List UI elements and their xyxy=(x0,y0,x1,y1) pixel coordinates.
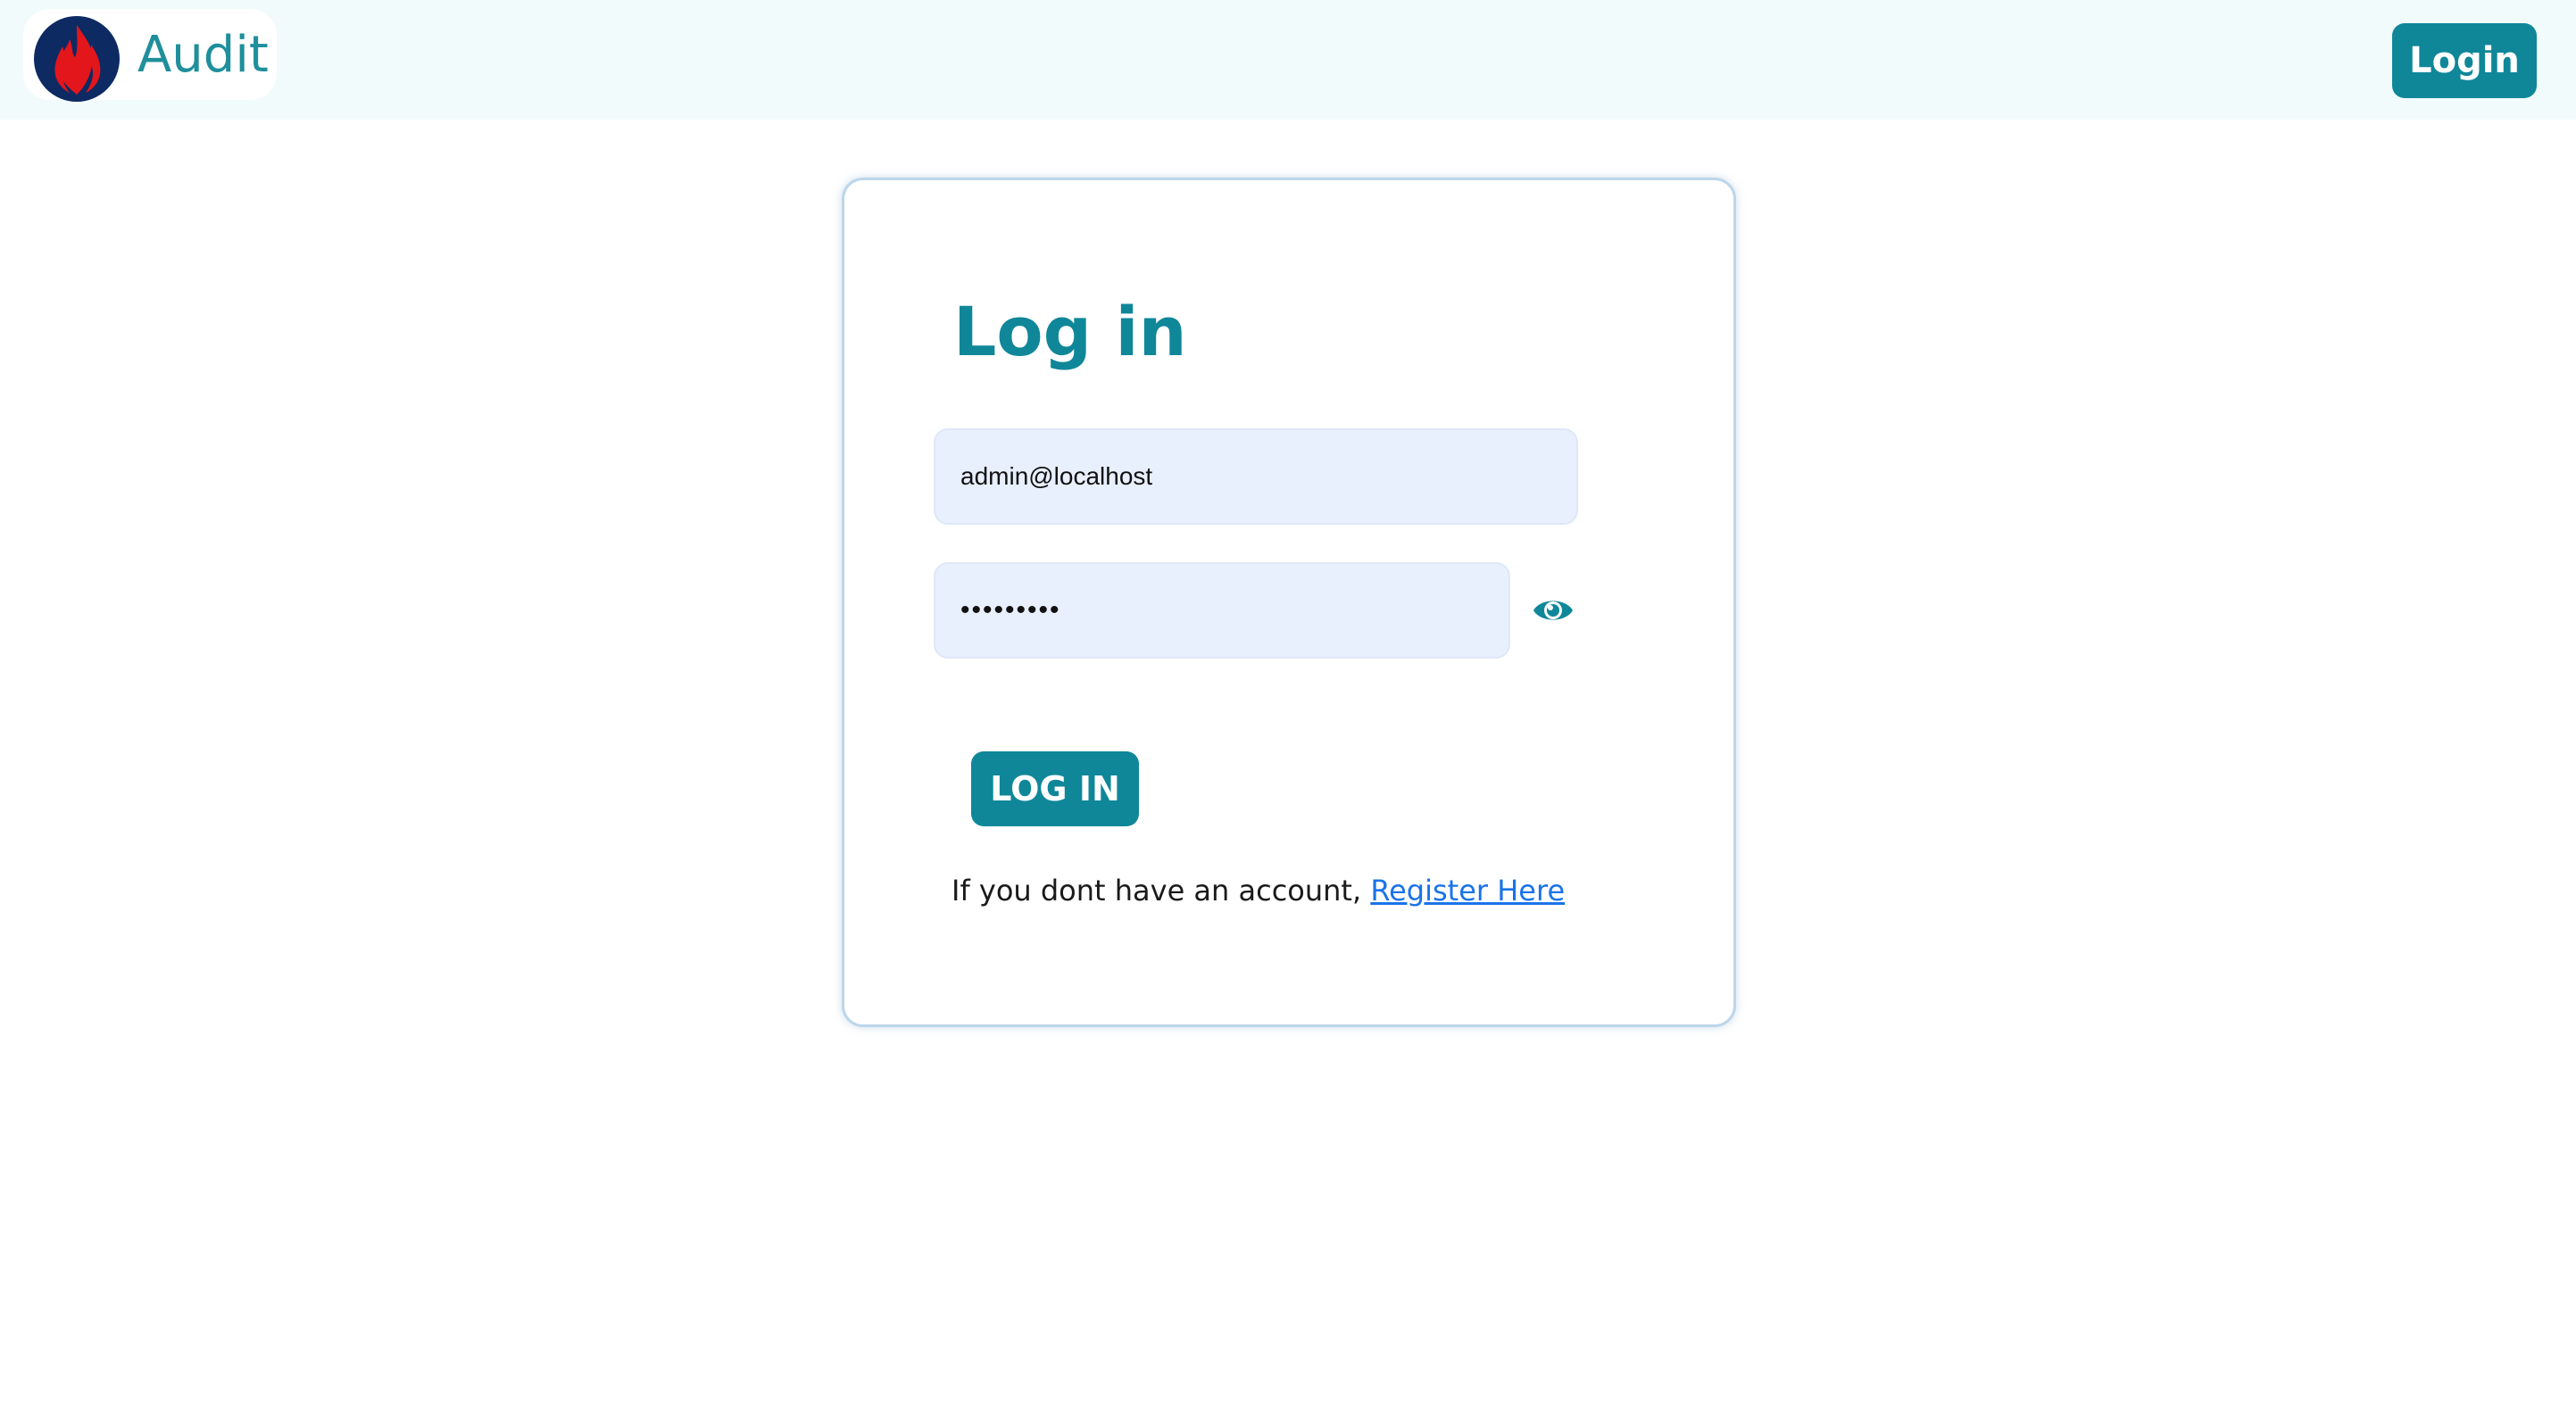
eye-icon[interactable] xyxy=(1532,593,1575,628)
password-value: ••••••••• xyxy=(960,595,1061,625)
brand[interactable]: Audit xyxy=(23,9,277,102)
email-value: admin@localhost xyxy=(960,462,1153,490)
password-field[interactable]: ••••••••• xyxy=(934,562,1510,659)
email-field[interactable]: admin@localhost xyxy=(934,428,1578,525)
nav-login-button[interactable]: Login xyxy=(2392,23,2537,98)
page-title: Log in xyxy=(953,292,1187,371)
top-navbar: Audit Login xyxy=(0,0,2576,120)
log-in-button[interactable]: LOG IN xyxy=(971,751,1139,826)
register-prompt: If you dont have an account, xyxy=(951,874,1362,908)
register-link[interactable]: Register Here xyxy=(1370,874,1565,908)
login-card: Log in admin@localhost ••••••••• LOG IN … xyxy=(842,178,1736,1027)
flame-logo-icon xyxy=(34,16,120,102)
register-prompt-line: If you dont have an account, Register He… xyxy=(951,871,1565,910)
brand-name: Audit xyxy=(137,26,269,84)
